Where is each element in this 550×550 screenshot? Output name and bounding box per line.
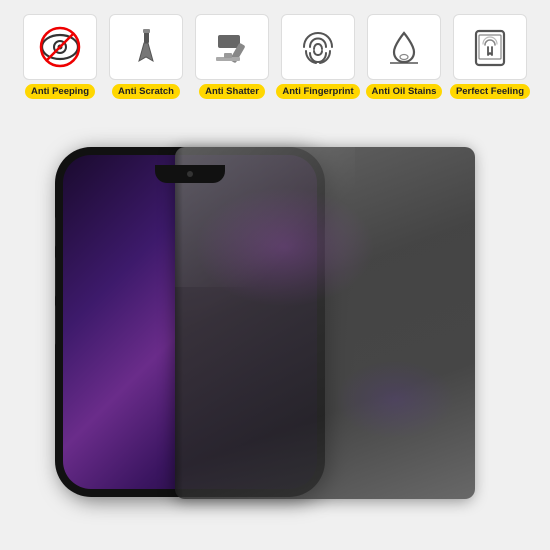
- phone-notch: [155, 165, 225, 183]
- screen-shape-2: [335, 359, 455, 439]
- screen-protector: [175, 147, 475, 499]
- anti-fingerprint-label: Anti Fingerprint: [276, 84, 359, 99]
- phone-notch-dot: [187, 171, 193, 177]
- water-drop-icon: [382, 25, 426, 69]
- hammer-icon: [210, 25, 254, 69]
- phone-button-left-3: [55, 305, 56, 345]
- scratch-icon: [124, 25, 168, 69]
- protector-edge-left: [175, 147, 183, 499]
- feature-anti-peeping: Anti Peeping: [19, 14, 101, 99]
- screen-shape-1: [195, 187, 375, 307]
- feature-anti-oil-stains: Anti Oil Stains: [363, 14, 445, 99]
- perfect-feeling-icon-box: [453, 14, 527, 80]
- anti-peeping-icon-box: [23, 14, 97, 80]
- anti-scratch-icon-box: [109, 14, 183, 80]
- feature-anti-scratch: Anti Scratch: [105, 14, 187, 99]
- perfect-feeling-label: Perfect Feeling: [450, 84, 530, 99]
- phone-button-left-1: [55, 217, 56, 247]
- features-row: Anti Peeping Anti Scratch: [10, 14, 540, 99]
- anti-oil-stains-icon-box: [367, 14, 441, 80]
- protector-surface: [175, 147, 475, 499]
- anti-fingerprint-icon-box: [281, 14, 355, 80]
- touch-icon: [468, 25, 512, 69]
- main-container: Anti Peeping Anti Scratch: [0, 0, 550, 550]
- anti-peeping-label: Anti Peeping: [25, 84, 95, 99]
- anti-scratch-label: Anti Scratch: [112, 84, 180, 99]
- phone-area: [10, 113, 540, 540]
- anti-shatter-icon-box: [195, 14, 269, 80]
- eye-slash-icon: [38, 25, 82, 69]
- anti-oil-stains-label: Anti Oil Stains: [366, 84, 443, 99]
- feature-perfect-feeling: Perfect Feeling: [449, 14, 531, 99]
- feature-anti-fingerprint: Anti Fingerprint: [277, 14, 359, 99]
- feature-anti-shatter: Anti Shatter: [191, 14, 273, 99]
- phone-wrapper: [55, 147, 495, 507]
- phone-button-left-2: [55, 257, 56, 297]
- anti-shatter-label: Anti Shatter: [199, 84, 265, 99]
- fingerprint-icon: [296, 25, 340, 69]
